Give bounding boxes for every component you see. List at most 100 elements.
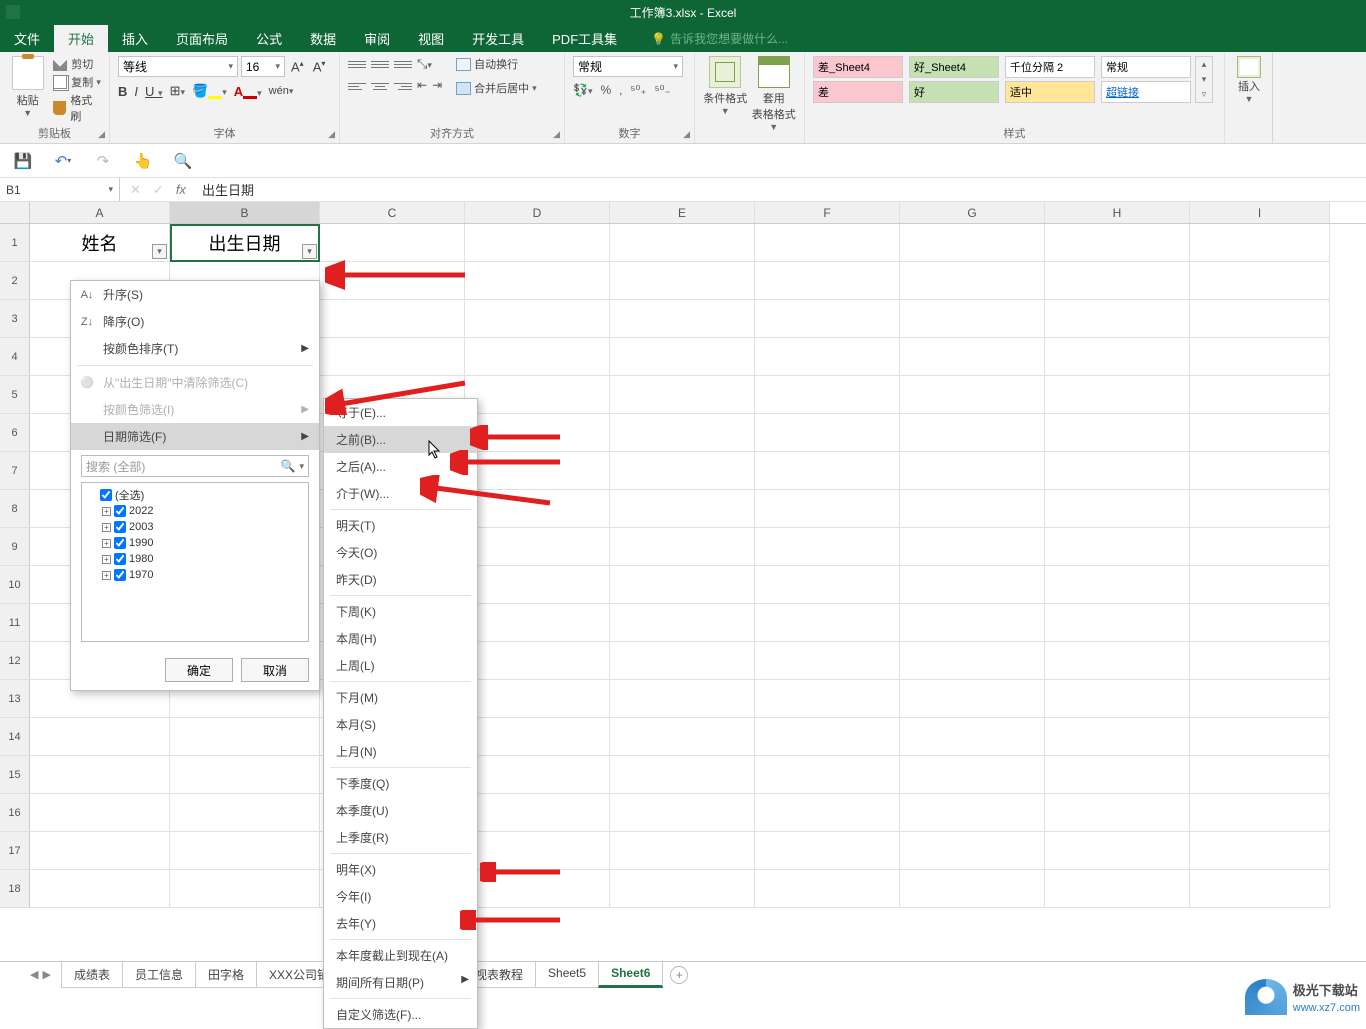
cell[interactable] — [1045, 832, 1190, 870]
comma-format-button[interactable]: , — [619, 83, 622, 97]
cell-style-option[interactable]: 差 — [813, 81, 903, 103]
date-before-item[interactable]: 之前(B)... — [324, 426, 477, 453]
column-header[interactable]: H — [1045, 202, 1190, 223]
cell[interactable] — [900, 262, 1045, 300]
expand-icon[interactable]: + — [102, 555, 111, 564]
copy-button[interactable]: 复制 ▾ — [53, 74, 101, 90]
cell[interactable] — [320, 224, 465, 262]
row-header[interactable]: 9 — [0, 528, 30, 566]
align-bottom-button[interactable] — [394, 56, 412, 72]
cell[interactable] — [900, 338, 1045, 376]
align-right-button[interactable] — [394, 78, 412, 94]
menu-review[interactable]: 审阅 — [350, 25, 404, 52]
add-sheet-button[interactable]: + — [670, 966, 688, 984]
percent-format-button[interactable]: % — [600, 83, 611, 97]
number-dialog-launcher[interactable]: ◢ — [683, 129, 690, 140]
number-format-select[interactable]: 常规▾ — [573, 56, 683, 77]
font-dialog-launcher[interactable]: ◢ — [328, 129, 335, 140]
format-painter-button[interactable]: 格式刷 — [53, 92, 101, 124]
date-today-item[interactable]: 今天(O) — [324, 539, 477, 566]
row-header[interactable]: 11 — [0, 604, 30, 642]
font-name-select[interactable]: 等线▾ — [118, 56, 238, 77]
cell[interactable] — [1190, 832, 1330, 870]
date-tomorrow-item[interactable]: 明天(T) — [324, 512, 477, 539]
cell[interactable] — [900, 756, 1045, 794]
date-this-quarter-item[interactable]: 本季度(U) — [324, 797, 477, 824]
filter-dropdown-button[interactable]: ▾ — [152, 244, 167, 259]
cell[interactable] — [465, 262, 610, 300]
menu-formulas[interactable]: 公式 — [242, 25, 296, 52]
cell[interactable] — [30, 718, 170, 756]
column-header[interactable]: F — [755, 202, 900, 223]
cell[interactable] — [755, 452, 900, 490]
cell[interactable] — [610, 566, 755, 604]
menu-insert[interactable]: 插入 — [108, 25, 162, 52]
cell[interactable] — [610, 718, 755, 756]
cell[interactable] — [1190, 870, 1330, 908]
cell[interactable] — [755, 414, 900, 452]
menu-view[interactable]: 视图 — [404, 25, 458, 52]
cell[interactable] — [320, 300, 465, 338]
row-header[interactable]: 15 — [0, 756, 30, 794]
date-last-month-item[interactable]: 上月(N) — [324, 738, 477, 765]
sheet-tab[interactable]: 田字格 — [195, 962, 257, 988]
cut-button[interactable]: 剪切 — [53, 56, 101, 72]
cell[interactable] — [1045, 262, 1190, 300]
bold-button[interactable]: B — [118, 84, 127, 99]
cell[interactable] — [465, 224, 610, 262]
cell[interactable] — [30, 794, 170, 832]
date-last-week-item[interactable]: 上周(L) — [324, 652, 477, 679]
cell[interactable] — [755, 604, 900, 642]
cell[interactable] — [1190, 376, 1330, 414]
cell[interactable] — [900, 452, 1045, 490]
year-checkbox[interactable] — [114, 521, 126, 533]
cell[interactable] — [1190, 718, 1330, 756]
cell[interactable] — [900, 870, 1045, 908]
styles-more-button[interactable]: ▴▾▿ — [1195, 56, 1213, 103]
cell[interactable] — [1190, 756, 1330, 794]
cell[interactable] — [610, 528, 755, 566]
row-header[interactable]: 5 — [0, 376, 30, 414]
cell[interactable] — [465, 300, 610, 338]
cell[interactable] — [465, 794, 610, 832]
font-size-select[interactable]: 16▾ — [241, 56, 285, 77]
cell[interactable] — [1045, 338, 1190, 376]
menu-page-layout[interactable]: 页面布局 — [162, 25, 242, 52]
cell[interactable] — [755, 756, 900, 794]
row-header[interactable]: 6 — [0, 414, 30, 452]
merge-center-button[interactable]: 合并后居中 ▾ — [456, 80, 537, 96]
cell[interactable] — [755, 718, 900, 756]
cell[interactable] — [1045, 642, 1190, 680]
cell[interactable] — [170, 718, 320, 756]
cell[interactable] — [170, 870, 320, 908]
cell[interactable] — [1045, 718, 1190, 756]
menu-data[interactable]: 数据 — [296, 25, 350, 52]
cell[interactable] — [1045, 300, 1190, 338]
menu-file[interactable]: 文件 — [0, 25, 54, 52]
font-color-button[interactable]: A▾ — [234, 84, 262, 99]
cell[interactable] — [465, 338, 610, 376]
insert-cells-button[interactable]: 插入 ▼ — [1233, 56, 1265, 104]
cell[interactable] — [170, 794, 320, 832]
align-left-button[interactable] — [348, 78, 366, 94]
column-header[interactable]: I — [1190, 202, 1330, 223]
expand-icon[interactable]: + — [102, 523, 111, 532]
accounting-format-button[interactable]: 💱▾ — [573, 83, 592, 97]
cell[interactable] — [900, 566, 1045, 604]
cell[interactable] — [610, 338, 755, 376]
touch-mode-button[interactable]: 👆 — [134, 152, 152, 170]
cell-style-option[interactable]: 适中 — [1005, 81, 1095, 103]
cell[interactable]: 姓名▾ — [30, 224, 170, 262]
align-center-button[interactable] — [371, 78, 389, 94]
cell[interactable] — [900, 490, 1045, 528]
cell[interactable] — [610, 832, 755, 870]
increase-decimal-button[interactable]: ⁵⁰₊ — [631, 83, 647, 97]
cell[interactable] — [755, 642, 900, 680]
date-last-year-item[interactable]: 去年(Y) — [324, 910, 477, 937]
column-header[interactable]: D — [465, 202, 610, 223]
cell[interactable] — [1045, 414, 1190, 452]
cell[interactable] — [1190, 452, 1330, 490]
cell[interactable] — [1045, 756, 1190, 794]
redo-button[interactable]: ↷ — [94, 152, 112, 170]
sort-descending-item[interactable]: Z↓降序(O) — [71, 308, 319, 335]
